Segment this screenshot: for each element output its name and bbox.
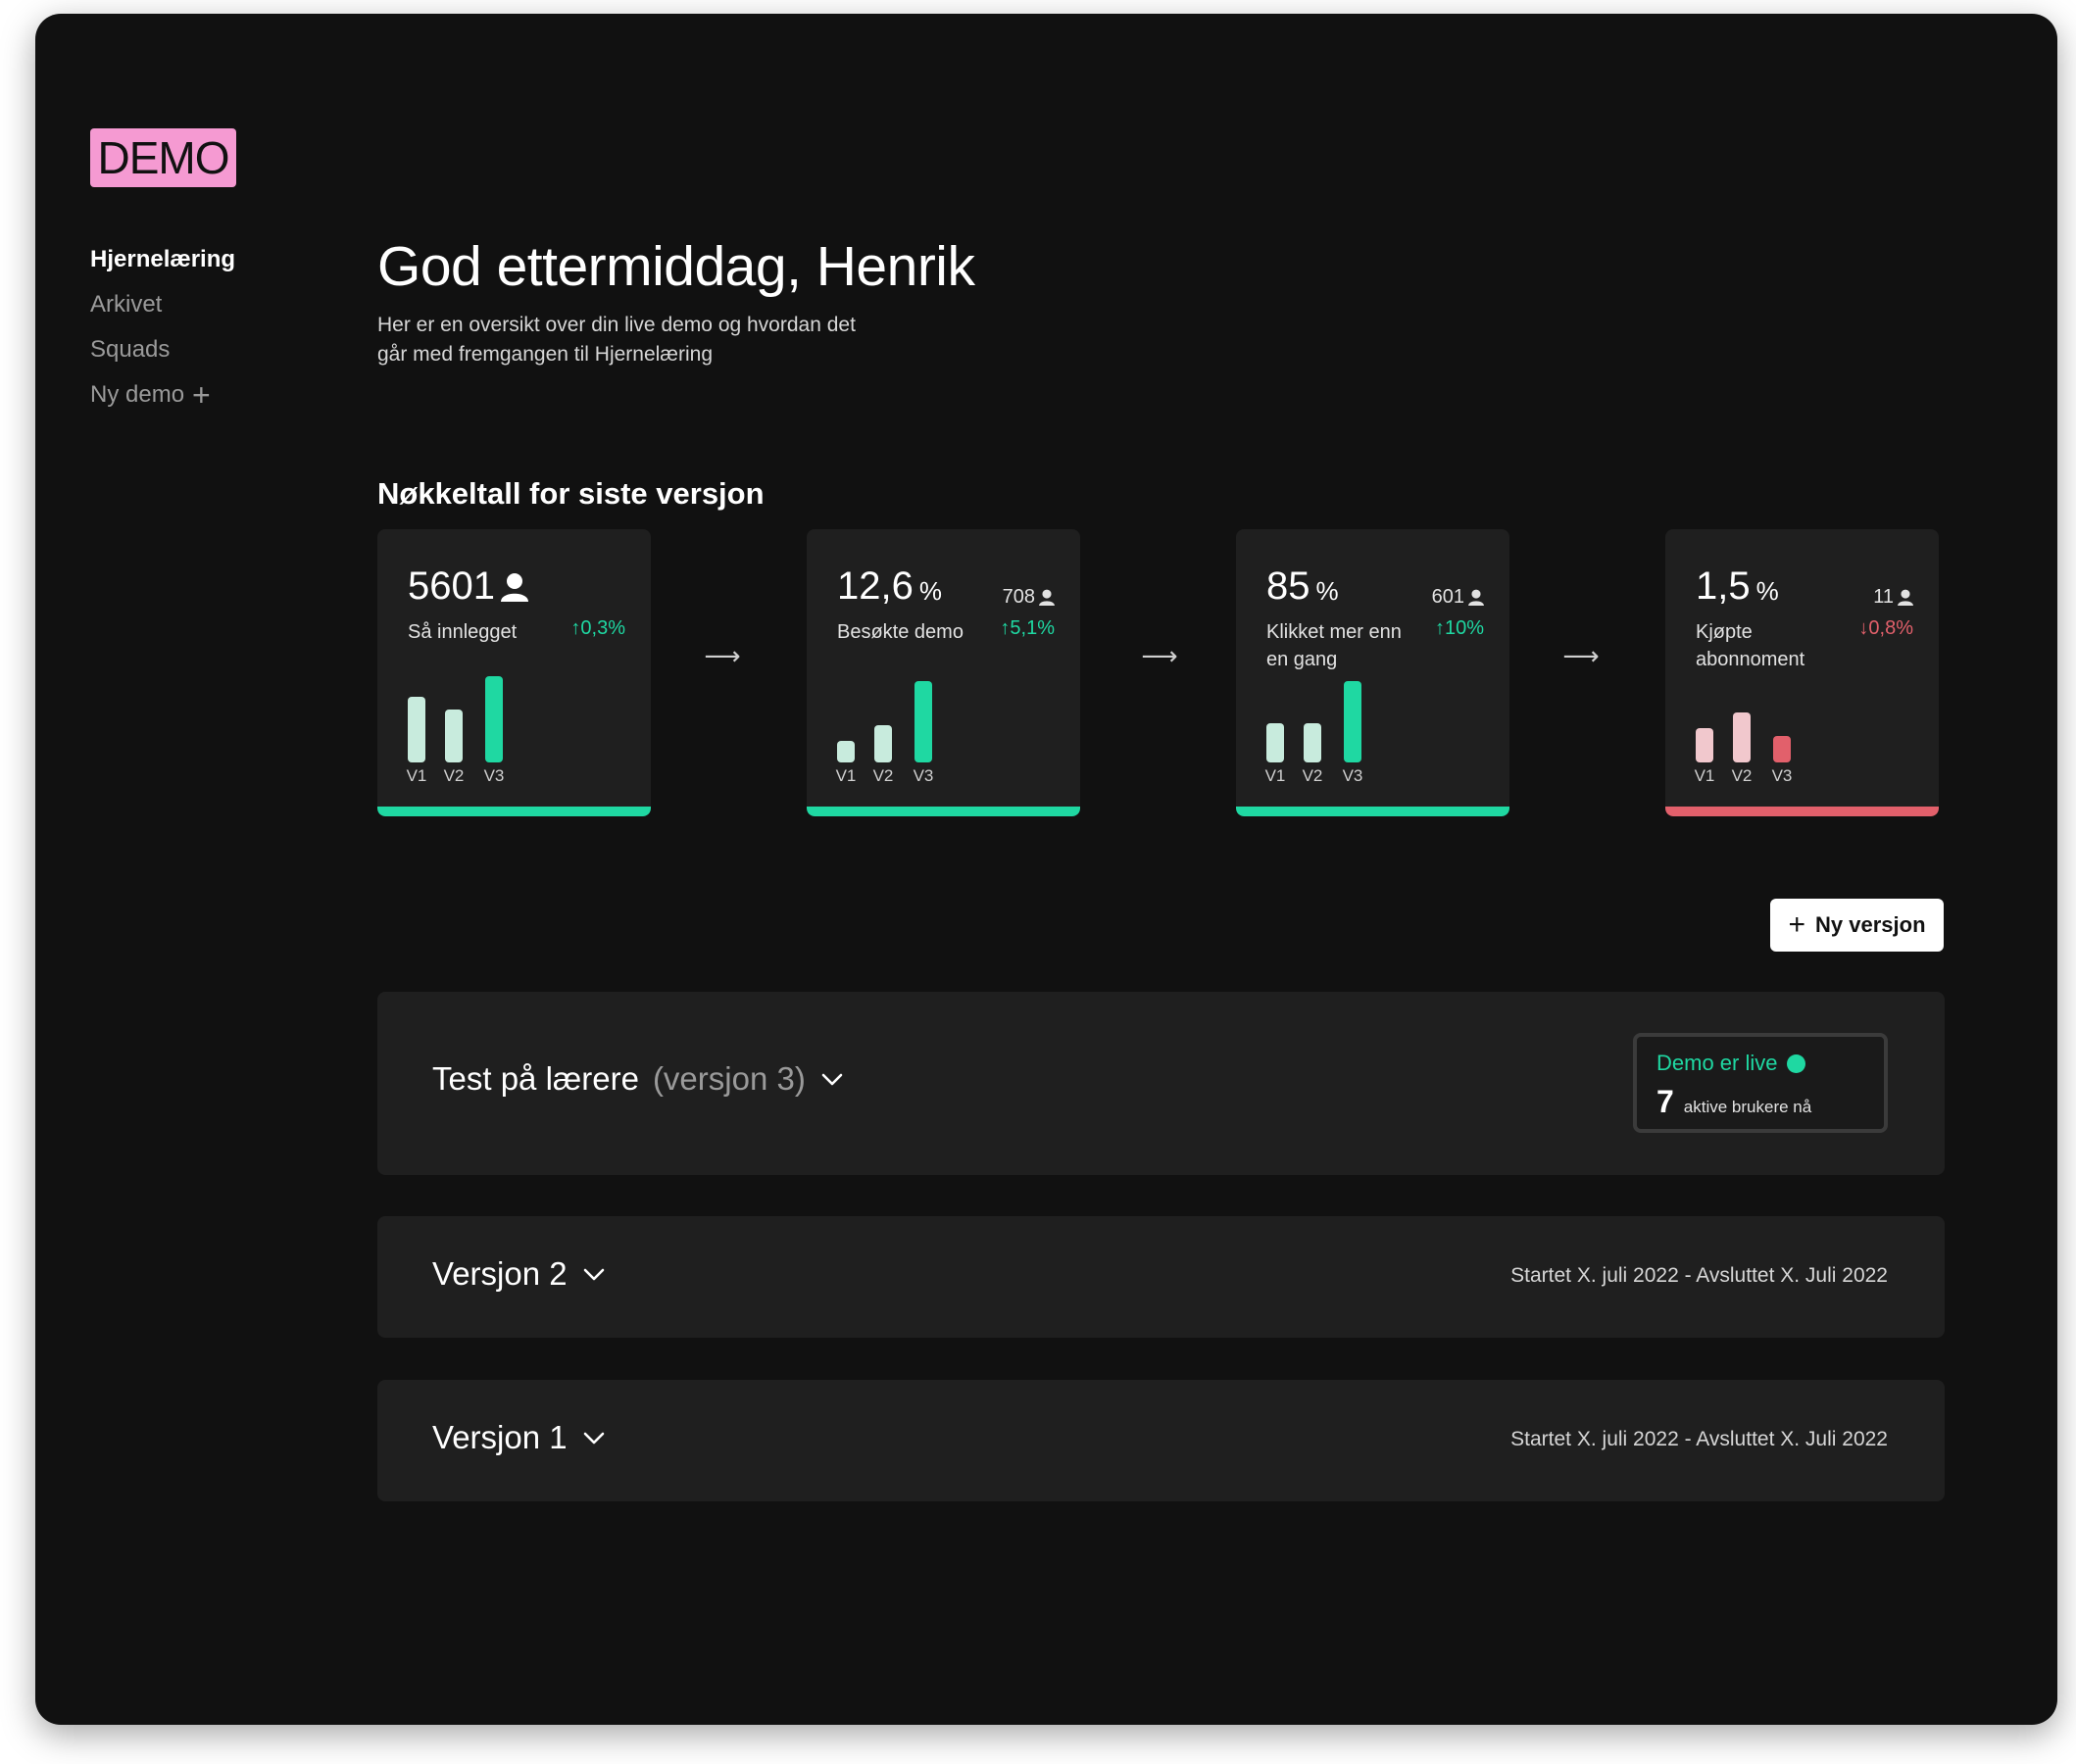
metric-bar-label: V3 <box>913 766 934 785</box>
live-indicator-icon <box>1787 1054 1806 1073</box>
user-icon <box>1468 589 1484 606</box>
chevron-down-icon <box>583 1432 604 1445</box>
sidebar-item-ny-demo[interactable]: Ny demo + <box>90 372 235 417</box>
plus-icon: + <box>192 377 211 413</box>
metric-bar-label: V2 <box>1302 766 1323 785</box>
page-title: God ettermiddag, Henrik <box>377 235 975 298</box>
metric-bar-v2 <box>1733 712 1751 762</box>
sidebar-item-label: Ny demo <box>90 381 185 408</box>
plus-icon: + <box>1788 908 1806 941</box>
metric-baseline <box>377 807 651 816</box>
arrow-right-icon: ⟶ <box>704 641 741 670</box>
version-dates: Startet X. juli 2022 - Avsluttet X. Juli… <box>1510 1428 1888 1450</box>
version-title: Test på lærere <box>432 1060 639 1097</box>
version-toggle[interactable]: Versjon 1 <box>432 1419 607 1456</box>
metric-bar-v2 <box>874 725 892 762</box>
chevron-down-icon <box>821 1073 843 1086</box>
metric-bar-v1 <box>1696 728 1713 762</box>
metric-bar-v3 <box>1344 681 1361 762</box>
metric-bar-label: V3 <box>1342 766 1363 785</box>
version-suffix: (versjon 3) <box>652 1060 806 1097</box>
metric-baseline <box>1665 807 1939 816</box>
metric-bar-v3 <box>1773 736 1791 762</box>
subtitle-line: Her er en oversikt over din live demo og… <box>377 314 856 336</box>
metric-bar-label: V1 <box>1694 766 1715 785</box>
sidebar-item-label: Hjernelæring <box>90 246 236 272</box>
chevron-down-icon <box>583 1268 604 1281</box>
metric-bar-v1 <box>837 741 855 762</box>
version-toggle[interactable]: Test på lærere (versjon 3) <box>432 1060 845 1098</box>
version-row-3: Test på lærere (versjon 3) Demo er live … <box>377 992 1945 1175</box>
sidebar-item-arkivet[interactable]: Arkivet <box>90 282 235 327</box>
metric-bar-v2 <box>1304 723 1321 762</box>
metric-bar-v1 <box>1266 723 1284 762</box>
arrow-right-icon: ⟶ <box>1562 641 1600 670</box>
metric-bar-v2 <box>445 710 463 762</box>
metric-bar-label: V3 <box>483 766 505 785</box>
live-status-box: Demo er live 7 aktive brukere nå <box>1633 1033 1888 1133</box>
metric-bar-label: V2 <box>1731 766 1753 785</box>
user-icon <box>1898 589 1913 606</box>
sidebar-item-label: Squads <box>90 336 171 363</box>
subtitle-line: går med fremgangen til Hjernelæring <box>377 343 713 366</box>
metric-card-saw-post: 5601 Så innlegget ↑0,3% V1 V2 V3 <box>377 529 651 816</box>
app-window: DEMO Hjernelæring Arkivet Squads Ny demo… <box>35 14 2057 1725</box>
version-toggle[interactable]: Versjon 2 <box>432 1255 607 1293</box>
active-users: 7 aktive brukere nå <box>1656 1084 1812 1119</box>
metric-bar-chart: V1 V2 V3 <box>1695 529 1892 816</box>
metric-bar-v3 <box>914 681 932 762</box>
metric-bar-label: V2 <box>872 766 894 785</box>
version-row-1: Versjon 1 Startet X. juli 2022 - Avslutt… <box>377 1380 1945 1501</box>
metric-bar-v1 <box>408 697 425 762</box>
sidebar-nav: Hjernelæring Arkivet Squads Ny demo + <box>90 237 235 417</box>
metric-bar-label: V1 <box>406 766 427 785</box>
sidebar-item-hjernelaering[interactable]: Hjernelæring <box>90 237 235 282</box>
metric-card-bought-subscription: 1,5 % 11 Kjøpte abonnoment ↓0,8% V1 V2 V3 <box>1665 529 1939 816</box>
metric-bar-chart: V1 V2 V3 <box>836 529 1033 816</box>
metric-bar-chart: V1 V2 V3 <box>407 529 604 816</box>
metric-bar-label: V2 <box>443 766 465 785</box>
page-subtitle: Her er en oversikt over din live demo og… <box>377 311 926 369</box>
new-version-button[interactable]: + Ny versjon <box>1770 899 1944 952</box>
version-title: Versjon 2 <box>432 1255 568 1292</box>
version-title: Versjon 1 <box>432 1419 568 1455</box>
sidebar-item-squads[interactable]: Squads <box>90 327 235 372</box>
metric-bar-label: V1 <box>1264 766 1286 785</box>
metric-baseline <box>1236 807 1509 816</box>
metric-card-clicked-more: 85 % 601 Klikket mer enn en gang ↑10% V1… <box>1236 529 1509 816</box>
metric-card-visited-demo: 12,6 % 708 Besøkte demo ↑5,1% V1 V2 V3 <box>807 529 1080 816</box>
metric-bar-chart: V1 V2 V3 <box>1265 529 1462 816</box>
version-dates: Startet X. juli 2022 - Avsluttet X. Juli… <box>1510 1264 1888 1287</box>
metric-baseline <box>807 807 1080 816</box>
metrics-section-title: Nøkkeltall for siste versjon <box>377 476 765 511</box>
version-row-2: Versjon 2 Startet X. juli 2022 - Avslutt… <box>377 1216 1945 1338</box>
demo-logo[interactable]: DEMO <box>90 128 236 187</box>
user-icon <box>1039 589 1055 606</box>
metric-bar-label: V3 <box>1771 766 1793 785</box>
metric-bar-v3 <box>485 676 503 762</box>
arrow-right-icon: ⟶ <box>1141 641 1178 670</box>
live-status: Demo er live <box>1656 1051 1806 1076</box>
metric-bar-label: V1 <box>835 766 857 785</box>
sidebar-item-label: Arkivet <box>90 291 163 318</box>
